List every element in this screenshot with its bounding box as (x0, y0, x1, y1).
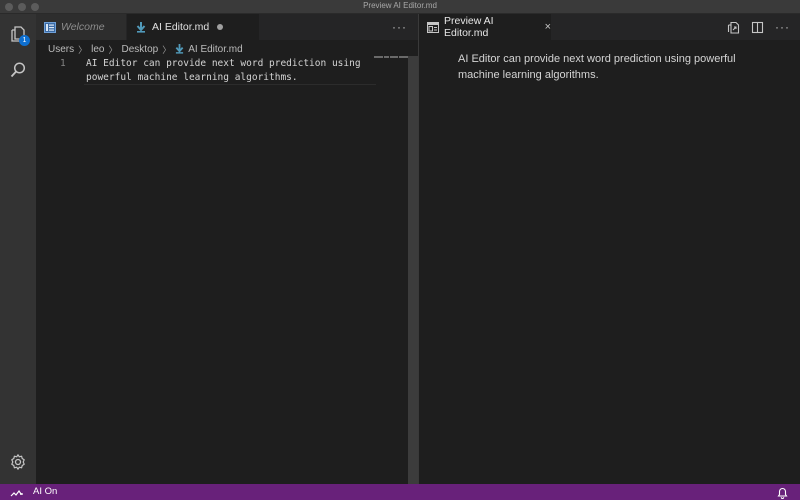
minimap[interactable] (374, 56, 408, 60)
ai-status-icon[interactable] (10, 486, 24, 500)
editor-group-right: Preview AI Editor.md × ··· AI Editor can… (419, 14, 800, 484)
search-icon (10, 62, 26, 78)
line-number: 1 (60, 58, 66, 69)
status-bar: AI On (0, 484, 800, 500)
markdown-preview-text: AI Editor can provide next word predicti… (458, 53, 736, 81)
breadcrumb-leo[interactable]: leo (91, 44, 104, 55)
welcome-icon (44, 21, 56, 33)
breadcrumb-desktop[interactable]: Desktop (122, 44, 159, 55)
ai-status-label[interactable]: AI On (33, 486, 57, 497)
chevron-right-icon: 〉 (162, 44, 172, 55)
chevron-right-icon: 〉 (108, 44, 118, 55)
split-editor-button[interactable] (750, 20, 764, 34)
markdown-icon (175, 44, 184, 54)
breadcrumb-users[interactable]: Users (48, 44, 74, 55)
explorer-badge: 1 (19, 35, 30, 46)
tab-ai-editor-md-label: AI Editor.md (152, 21, 210, 33)
tab-preview[interactable]: Preview AI Editor.md × (419, 14, 551, 40)
editor-group-left: Welcome AI Editor.md ··· Users 〉 leo 〉 D… (36, 14, 418, 484)
search-button[interactable] (6, 58, 30, 82)
tab-welcome[interactable]: Welcome (36, 14, 127, 40)
settings-gear-icon (11, 454, 25, 470)
open-source-icon (727, 21, 739, 34)
activity-bar: 1 (0, 14, 36, 484)
tab-bar-right: Preview AI Editor.md × ··· (419, 14, 800, 40)
tab-bar-left: Welcome AI Editor.md ··· (36, 14, 418, 40)
explorer-button[interactable]: 1 (6, 22, 30, 46)
code-line: powerful machine learning algorithms. (86, 72, 298, 83)
tab-ai-editor-md[interactable]: AI Editor.md (127, 14, 259, 40)
breadcrumb-file[interactable]: AI Editor.md (188, 44, 242, 55)
more-actions-left-button[interactable]: ··· (392, 20, 407, 34)
unsaved-dot-icon[interactable] (217, 24, 224, 30)
chevron-right-icon: 〉 (78, 44, 88, 55)
open-source-button[interactable] (726, 20, 740, 34)
window-title: Preview AI Editor.md (363, 1, 437, 10)
settings-button[interactable] (6, 450, 30, 474)
vertical-scrollbar[interactable] (408, 56, 418, 484)
split-editor-icon (751, 21, 763, 33)
title-bar: Preview AI Editor.md (0, 0, 800, 14)
preview-icon (427, 21, 439, 33)
tab-welcome-label: Welcome (61, 21, 105, 33)
more-actions-right-button[interactable]: ··· (775, 20, 790, 34)
markdown-icon (135, 21, 147, 33)
code-editor[interactable]: AI Editor can provide next word predicti… (86, 57, 376, 85)
notifications-bell-icon[interactable] (777, 486, 788, 500)
tab-preview-label: Preview AI Editor.md (444, 15, 494, 39)
code-line: AI Editor can provide next word predicti… (86, 58, 361, 69)
close-tab-icon[interactable]: × (545, 21, 551, 33)
breadcrumb: Users 〉 leo 〉 Desktop 〉 AI Editor.md (48, 42, 243, 56)
